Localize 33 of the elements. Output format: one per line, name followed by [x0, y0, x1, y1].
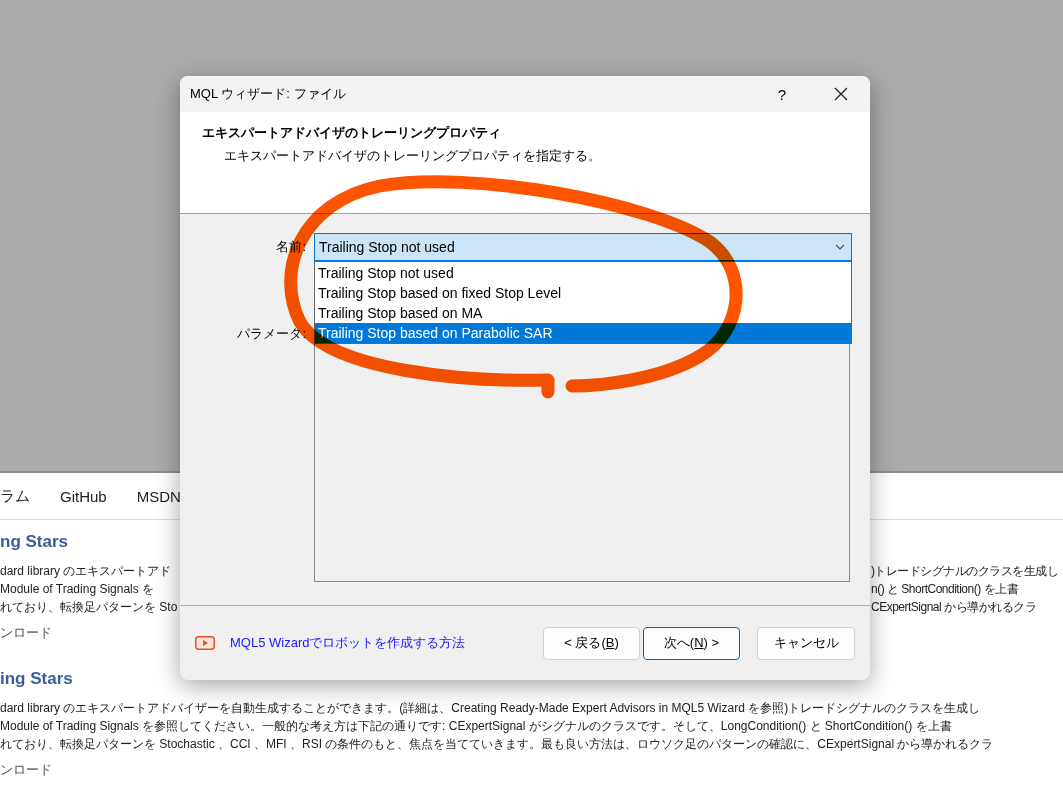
- article-heading[interactable]: ng Stars: [0, 532, 69, 552]
- article-text: dard library のエキスパートアド: [0, 563, 172, 578]
- nav-link[interactable]: MSDN: [136, 487, 181, 505]
- dropdown-option[interactable]: Trailing Stop based on MA: [315, 303, 851, 323]
- article-text: れており、転換足パターンを Sto: [0, 599, 178, 614]
- help-button[interactable]: ?: [775, 85, 788, 103]
- dialog-button[interactable]: < 戻る(B): [543, 626, 640, 660]
- page-subtitle: エキスパートアドバイザのトレーリングプロパティを指定する。: [224, 147, 602, 165]
- article-text: Module of Trading Signals を参照してください。一般的な考え方は下記の通りです: CExpertSignal がシグナルのクラスです。そして、LongCondition() と ShortCondition() を上書: [0, 717, 952, 735]
- dropdown-option[interactable]: Trailing Stop based on fixed Stop Level: [315, 283, 851, 303]
- field-label: パラメータ:: [237, 326, 306, 341]
- article-text: Module of Trading Signals を: [0, 581, 155, 596]
- dialog-button[interactable]: キャンセル: [757, 626, 855, 660]
- page-title: エキスパートアドバイザのトレーリングプロパティ: [202, 124, 502, 142]
- window-title: MQL ウィザード: ファイル: [190, 85, 347, 103]
- dropdown-option[interactable]: Trailing Stop not used: [315, 263, 851, 283]
- nav-link[interactable]: GitHub: [60, 487, 107, 505]
- dropdown-option[interactable]: Trailing Stop based on Parabolic SAR: [315, 323, 851, 343]
- article-text: dard library のエキスパートアドバイザーを自動生成することができます。(詳細は、Creating Ready-Made Expert Advisors in MQL5 Wizard を参照)トレードシグナルのクラスを生成し: [0, 699, 981, 717]
- article-text: )トレードシグナルのクラスを生成し: [871, 563, 1059, 578]
- dialog-button[interactable]: 次へ(N) >: [643, 626, 740, 660]
- chevron-icon: [835, 244, 845, 250]
- close-icon[interactable]: [834, 87, 848, 101]
- nav-link[interactable]: ラム: [0, 486, 30, 506]
- article-text: れており、転換足パターンを Stochastic 、CCI 、MFI 、RSI の条件のもと、焦点を当てていきます。最も良い方法は、ロウソク足のパターンの確認に、CExpertSignal から導かれるクラ: [0, 735, 994, 753]
- help-link[interactable]: MQL5 Wizardでロボットを作成する方法: [230, 634, 466, 652]
- article-text: CExpertSignal から導かれるクラ: [871, 599, 1037, 614]
- article-text: n() と ShortCondition() を上書: [871, 581, 1019, 596]
- download-link[interactable]: ンロード: [0, 761, 52, 779]
- name-dropdown[interactable]: Trailing Stop not used: [314, 233, 852, 261]
- article-heading[interactable]: ing Stars: [0, 669, 73, 689]
- video-icon: [195, 636, 215, 650]
- download-link[interactable]: ンロード: [0, 624, 52, 642]
